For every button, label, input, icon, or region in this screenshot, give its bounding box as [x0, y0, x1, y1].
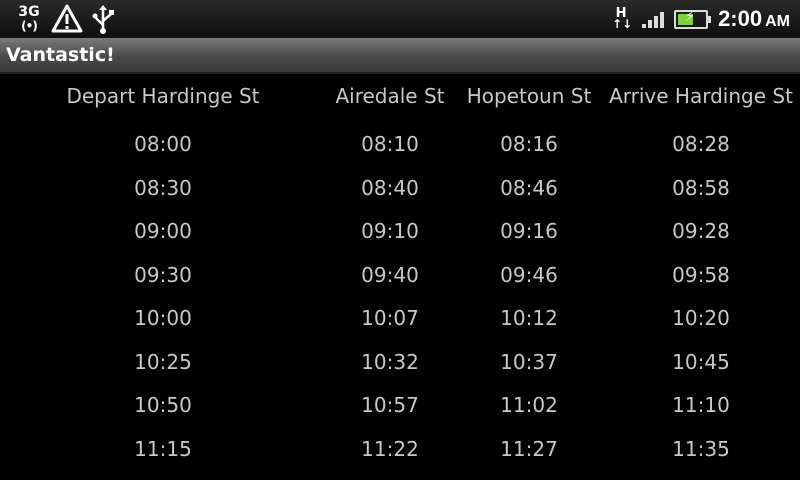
time-cell: 08:00 [134, 132, 192, 156]
table-row: 08:30 08:40 08:46 08:58 [0, 176, 800, 220]
time-cell: 10:37 [500, 349, 558, 374]
status-bar-right-icons: H ↑↓ ⚡ 2:00 AM [612, 0, 790, 38]
signal-bars-icon [640, 10, 665, 28]
time-cell: 08:16 [500, 132, 558, 156]
time-cell: 08:46 [500, 175, 558, 200]
battery-charging-icon: ⚡ [674, 8, 712, 29]
time-cell: 08:40 [361, 175, 419, 200]
time-cell: 11:27 [500, 436, 558, 461]
time-cell: 11:02 [500, 393, 558, 417]
time-cell: 10:00 [134, 306, 192, 330]
time-cell: 10:57 [361, 393, 419, 417]
charging-bolt-icon: ⚡ [685, 8, 695, 25]
time-cell: 09:46 [500, 262, 558, 287]
time-cell: 08:58 [672, 175, 730, 200]
time-cell: 08:10 [361, 132, 419, 156]
time-cell: 11:15 [134, 436, 192, 461]
time-cell: 09:16 [500, 219, 558, 243]
time-cell: 10:07 [361, 306, 419, 330]
column-header: Depart Hardinge St [66, 84, 260, 108]
network-type-label: 3G [18, 4, 40, 20]
time-cell: 09:10 [361, 219, 419, 243]
time-cell: 10:50 [134, 393, 192, 417]
time-cell: 10:20 [672, 306, 730, 330]
clock-time: 2:00 [718, 6, 763, 31]
table-row: 10:00 10:07 10:12 10:20 [0, 306, 800, 350]
time-cell: 10:25 [134, 349, 192, 374]
timetable: Depart Hardinge St Airedale St Hopetoun … [0, 84, 800, 480]
clock-ampm: AM [765, 13, 790, 30]
table-row: 10:25 10:32 10:37 10:45 [0, 350, 800, 394]
table-row: 10:50 10:57 11:02 11:10 [0, 393, 800, 437]
signal-3g-icon: 3G (•) [14, 5, 44, 33]
time-cell: 10:45 [672, 349, 730, 374]
column-header: Hopetoun St [466, 84, 592, 108]
warning-icon [51, 4, 83, 33]
time-cell: 09:40 [361, 262, 419, 287]
app-title: Vantastic! [6, 44, 115, 66]
status-bar: 3G (•) H ↑↓ ⚡ 2:00 AM [0, 0, 800, 38]
time-cell: 08:28 [672, 132, 730, 156]
time-cell: 11:35 [672, 436, 730, 461]
hspa-data-icon: H ↑↓ [612, 6, 633, 31]
time-cell: 08:30 [134, 175, 192, 200]
status-clock: 2:00 AM [718, 6, 790, 32]
table-row: 09:00 09:10 09:16 09:28 [0, 219, 800, 263]
time-cell: 11:22 [361, 436, 419, 461]
time-cell: 09:30 [134, 262, 192, 287]
table-row: 09:30 09:40 09:46 09:58 [0, 263, 800, 307]
column-header: Arrive Hardinge St [609, 84, 793, 108]
time-cell: 10:32 [361, 349, 419, 374]
time-cell: 09:00 [134, 219, 192, 243]
time-cell: 11:10 [672, 393, 730, 417]
status-bar-left-icons: 3G (•) [14, 3, 116, 35]
app-title-bar: Vantastic! [0, 38, 800, 74]
table-row: 11:15 11:22 11:27 11:35 [0, 437, 800, 480]
column-header: Airedale St [335, 84, 445, 108]
table-row: 08:00 08:10 08:16 08:28 [0, 132, 800, 176]
time-cell: 09:58 [672, 262, 730, 287]
usb-icon [92, 5, 114, 34]
time-cell: 10:12 [500, 306, 558, 330]
time-cell: 09:28 [672, 219, 730, 243]
timetable-header-row: Depart Hardinge St Airedale St Hopetoun … [0, 84, 800, 132]
